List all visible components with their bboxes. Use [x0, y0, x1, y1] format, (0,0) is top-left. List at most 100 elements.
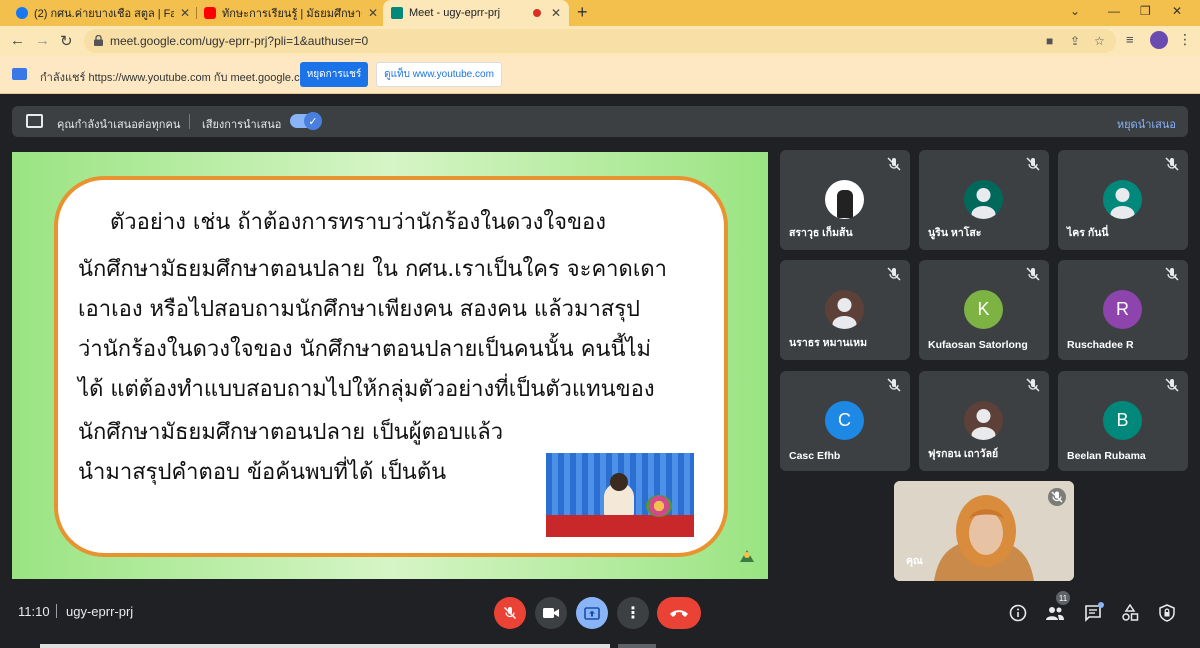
participant-tile[interactable]: นราธร หมานเหม	[780, 260, 910, 360]
minimize-icon[interactable]: —	[1108, 4, 1120, 18]
self-label: คุณ	[906, 555, 923, 567]
avatar	[1103, 180, 1142, 219]
mic-off-icon	[1048, 488, 1066, 506]
restore-icon[interactable]: ❐	[1140, 4, 1151, 18]
chevron-down-icon[interactable]: ⌄	[1070, 4, 1080, 18]
stop-sharing-button[interactable]: หยุดการแชร์	[300, 62, 368, 87]
participant-name: Beelan Rubama	[1067, 450, 1146, 462]
scrollbar-segment	[618, 644, 656, 648]
person-icon	[1110, 188, 1135, 219]
activities-button[interactable]	[1120, 603, 1140, 623]
participant-tile[interactable]: B Beelan Rubama	[1058, 371, 1188, 471]
share-page-icon[interactable]: ⇪	[1070, 34, 1080, 48]
slide-text-line: นำมาสรุปคำตอบ ข้อค้นพบที่ได้ เป็นต้น	[78, 460, 447, 485]
screen-share-icon	[12, 68, 27, 80]
close-window-icon[interactable]: ✕	[1172, 4, 1182, 18]
participant-tile[interactable]: สราวุธ เก็มส้น	[780, 150, 910, 250]
slide-frame: ตัวอย่าง เช่น ถ้าต้องการทราบว่านักร้องใน…	[54, 176, 728, 557]
photo-head	[610, 473, 628, 491]
stop-presenting-button[interactable]: หยุดนำเสนอ	[1117, 115, 1176, 133]
presenter-photo	[546, 453, 694, 537]
participant-tile[interactable]: นูริน หาโสะ	[919, 150, 1049, 250]
people-icon	[1046, 607, 1064, 620]
tab-title: Meet - ugy-eprr-prj	[409, 7, 501, 19]
tab-title: ทักษะการเรียนรู้ | มัธยมศึกษาตอนปลาย	[222, 8, 362, 20]
check-icon: ✓	[304, 112, 322, 130]
participant-name: ฟุรกอน เถาวัลย์	[928, 448, 999, 460]
tab-youtube[interactable]: ทักษะการเรียนรู้ | มัธยมศึกษาตอนปลาย ✕	[196, 0, 386, 26]
mic-off-icon	[1165, 378, 1179, 392]
presentation-audio-toggle[interactable]: ✓	[290, 112, 322, 130]
call-end-icon	[670, 610, 688, 617]
mic-off-icon	[887, 157, 901, 171]
meeting-details-button[interactable]	[1008, 603, 1028, 623]
divider	[56, 604, 57, 618]
meeting-code: ugy-eprr-prj	[66, 604, 134, 619]
participant-tile[interactable]: R Ruschadee R	[1058, 260, 1188, 360]
photo-flowers	[646, 495, 672, 517]
close-icon[interactable]: ✕	[180, 6, 190, 20]
person-icon	[832, 298, 857, 329]
camera-icon[interactable]: ■	[1046, 34, 1053, 48]
participant-name: สราวุธ เก็มส้น	[789, 227, 853, 239]
recording-dot-icon	[532, 9, 541, 17]
new-tab-icon[interactable]: +	[577, 2, 588, 23]
person-icon	[971, 409, 996, 440]
horizontal-scrollbar[interactable]	[40, 644, 610, 648]
participant-tile[interactable]: ไคร กันนี่	[1058, 150, 1188, 250]
participant-name: นูริน หาโสะ	[928, 227, 982, 239]
more-vert-icon: ⋮	[625, 605, 641, 622]
participant-name: Kufaosan Satorlong	[928, 339, 1028, 351]
mic-toggle-button[interactable]	[494, 597, 526, 629]
reload-icon[interactable]: ↻	[60, 32, 73, 50]
meeting-time: 11:10	[18, 604, 50, 619]
reading-list-icon[interactable]: ≡	[1126, 32, 1134, 47]
presenting-bar: คุณกำลังนำเสนอต่อทุกคน เสียงการนำเสนอ ✓ …	[12, 106, 1188, 137]
profile-avatar[interactable]	[1150, 31, 1168, 49]
more-vert-icon[interactable]: ⋮	[1178, 31, 1192, 48]
avatar	[825, 180, 864, 219]
tab-meet[interactable]: Meet - ugy-eprr-prj ✕	[383, 0, 569, 26]
forward-icon[interactable]: →	[35, 32, 50, 49]
divider	[189, 114, 190, 129]
host-controls-button[interactable]	[1157, 603, 1177, 623]
facebook-icon	[16, 7, 28, 19]
tab-facebook[interactable]: (2) กศน.ค่ายบางเชือ สตูล | Facebook ✕	[8, 0, 198, 26]
slide-text-line: เอาเอง หรือไปสอบถามนักศึกษาเพียงคน สองคน…	[78, 297, 641, 322]
avatar: B	[1103, 401, 1142, 440]
info-icon	[1009, 604, 1027, 622]
tab-sharing-bar: กำลังแชร์ https://www.youtube.com กับ me…	[0, 56, 1200, 94]
back-icon[interactable]: ←	[10, 32, 25, 49]
photo-table	[546, 515, 694, 537]
self-video-tile[interactable]: คุณ	[894, 481, 1074, 581]
meet-icon	[391, 7, 403, 19]
mic-off-icon	[1026, 378, 1040, 392]
mic-off-icon	[1165, 267, 1179, 281]
leave-call-button[interactable]	[657, 597, 701, 629]
more-options-button[interactable]: ⋮	[617, 597, 649, 629]
slide-text-line: ได้ แต่ต้องทำแบบสอบถามไปให้กลุ่มตัวอย่าง…	[78, 377, 655, 402]
shield-lock-icon	[1159, 604, 1175, 622]
camera-toggle-button[interactable]	[535, 597, 567, 629]
show-everyone-button[interactable]	[1045, 603, 1065, 623]
browser-tab-bar: (2) กศน.ค่ายบางเชือ สตูล | Facebook ✕ ทั…	[0, 0, 1200, 26]
mic-off-icon	[504, 607, 516, 619]
participant-tile[interactable]: C Casc Efhb	[780, 371, 910, 471]
avatar	[964, 401, 1003, 440]
participant-name: นราธร หมานเหม	[789, 337, 868, 349]
view-tab-button[interactable]: ดูแท็บ www.youtube.com	[376, 62, 502, 87]
participant-name: Ruschadee R	[1067, 339, 1134, 351]
participant-count-badge: 11	[1056, 591, 1070, 605]
present-now-button[interactable]	[576, 597, 608, 629]
tab-title: (2) กศน.ค่ายบางเชือ สตูล | Facebook	[34, 8, 174, 20]
avatar: K	[964, 290, 1003, 329]
participant-tile[interactable]: ฟุรกอน เถาวัลย์	[919, 371, 1049, 471]
close-icon[interactable]: ✕	[368, 6, 378, 20]
person-icon	[971, 188, 996, 219]
avatar: C	[825, 401, 864, 440]
avatar: R	[1103, 290, 1142, 329]
bookmark-star-icon[interactable]: ☆	[1094, 34, 1105, 48]
participant-tile[interactable]: K Kufaosan Satorlong	[919, 260, 1049, 360]
url-input[interactable]: meet.google.com/ugy-eprr-prj?pli=1&authu…	[84, 29, 1116, 53]
close-icon[interactable]: ✕	[551, 6, 561, 20]
